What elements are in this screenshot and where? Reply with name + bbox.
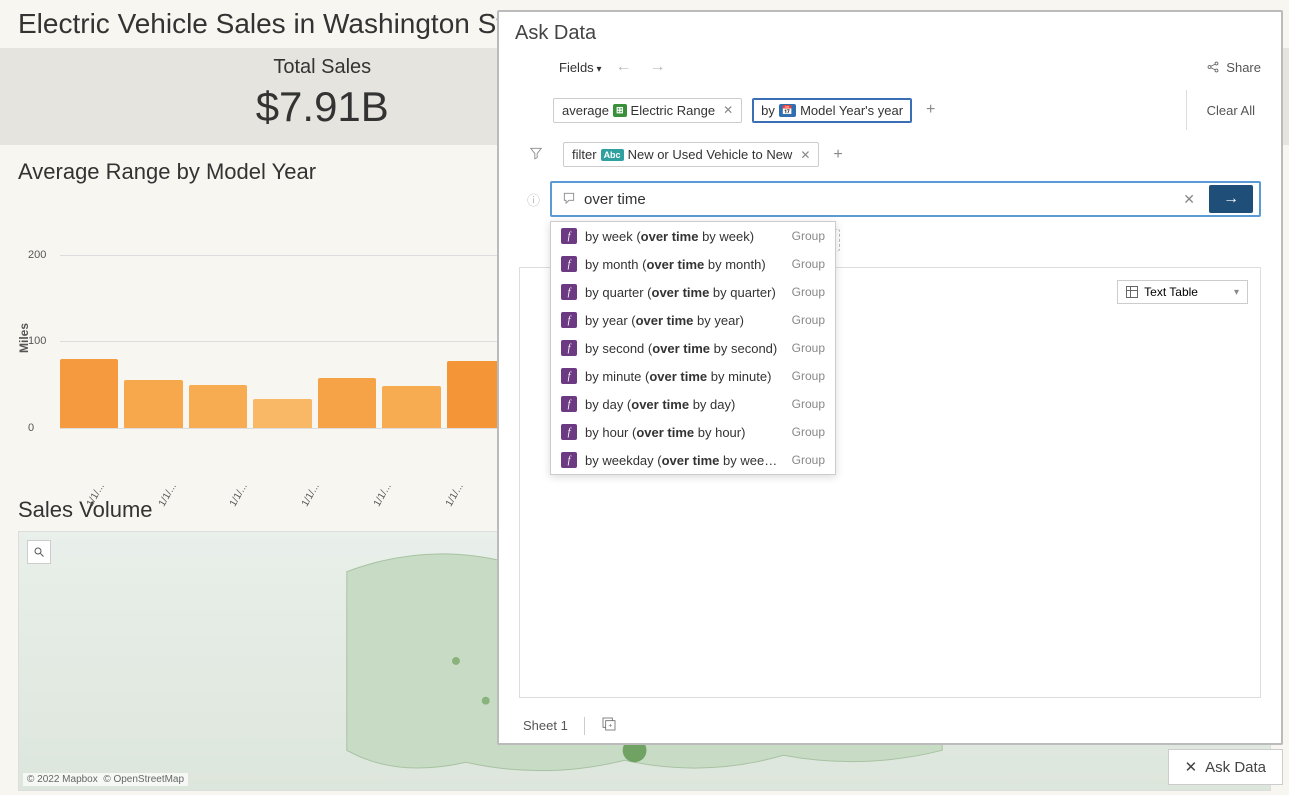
function-icon: f — [561, 452, 577, 468]
ask-toolbar: Fields ← → Share — [499, 52, 1281, 84]
autocomplete-item[interactable]: f by week (over time by week) Group — [551, 222, 835, 250]
autocomplete-label: by day (over time by day) — [585, 397, 784, 412]
function-icon: f — [561, 424, 577, 440]
filters-row: filter Abc New or Used Vehicle to New ✕ … — [499, 136, 1281, 173]
autocomplete-group: Group — [792, 425, 825, 439]
function-icon: f — [561, 396, 577, 412]
function-icon: f — [561, 340, 577, 356]
add-measure-button[interactable]: + — [922, 101, 939, 119]
function-icon: f — [561, 312, 577, 328]
autocomplete-item[interactable]: f by weekday (over time by weekday) Group — [551, 446, 835, 474]
autocomplete-dropdown: f by week (over time by week) Group f by mon… — [550, 221, 836, 475]
autocomplete-item[interactable]: f by hour (over time by hour) Group — [551, 418, 835, 446]
ask-search-input[interactable] — [584, 191, 1169, 208]
autocomplete-group: Group — [792, 369, 825, 383]
search-icon — [33, 546, 45, 558]
autocomplete-item[interactable]: f by day (over time by day) Group — [551, 390, 835, 418]
divider — [584, 717, 585, 735]
sheet-tab[interactable]: Sheet 1 — [523, 718, 568, 733]
field-type-icon: ⊞ — [613, 104, 627, 117]
svg-text:+: + — [608, 722, 612, 729]
autocomplete-label: by weekday (over time by weekday) — [585, 453, 784, 468]
filter-icon — [527, 146, 545, 163]
back-arrow[interactable]: ← — [612, 58, 636, 76]
autocomplete-label: by minute (over time by minute) — [585, 369, 784, 384]
remove-pill-icon[interactable]: ✕ — [723, 103, 733, 117]
forward-arrow[interactable]: → — [646, 58, 670, 76]
ask-data-toggle-button[interactable]: ✕ Ask Data — [1168, 749, 1283, 785]
pill-filter-new-used[interactable]: filter Abc New or Used Vehicle to New ✕ — [563, 142, 819, 167]
bar[interactable] — [382, 386, 440, 428]
autocomplete-group: Group — [792, 229, 825, 243]
clear-search-icon[interactable]: ✕ — [1177, 191, 1201, 208]
autocomplete-label: by month (over time by month) — [585, 257, 784, 272]
function-icon: f — [561, 368, 577, 384]
add-filter-button[interactable]: + — [829, 146, 846, 164]
bar[interactable] — [253, 399, 311, 428]
measures-row: average ⊞ Electric Range ✕ by 📅 Model Ye… — [499, 84, 1281, 136]
autocomplete-label: by year (over time by year) — [585, 313, 784, 328]
map-attribution: © 2022 Mapbox © OpenStreetMap — [23, 773, 188, 786]
sheet-bar: Sheet 1 + — [499, 708, 1281, 743]
autocomplete-label: by second (over time by second) — [585, 341, 784, 356]
function-icon: f — [561, 284, 577, 300]
viz-type-select[interactable]: Text Table — [1117, 280, 1248, 304]
autocomplete-item[interactable]: f by minute (over time by minute) Group — [551, 362, 835, 390]
autocomplete-group: Group — [792, 453, 825, 467]
close-icon: ✕ — [1185, 758, 1198, 776]
remove-pill-icon[interactable]: ✕ — [800, 148, 810, 162]
fields-dropdown[interactable]: Fields — [559, 60, 602, 75]
autocomplete-label: by week (over time by week) — [585, 229, 784, 244]
autocomplete-group: Group — [792, 313, 825, 327]
field-type-icon: 📅 — [779, 104, 796, 117]
search-row: ⓘ ✕ → fby week (over time by week)Groupf… — [499, 173, 1281, 225]
ask-data-title: Ask Data — [499, 12, 1281, 52]
autocomplete-label: by quarter (over time by quarter) — [585, 285, 784, 300]
autocomplete-label: by hour (over time by hour) — [585, 425, 784, 440]
bar[interactable] — [60, 359, 118, 428]
bar[interactable] — [124, 380, 182, 428]
pill-by-model-year[interactable]: by 📅 Model Year's year — [752, 98, 912, 123]
autocomplete-group: Group — [792, 341, 825, 355]
autocomplete-group: Group — [792, 285, 825, 299]
bar[interactable] — [189, 385, 247, 428]
share-icon — [1206, 60, 1220, 74]
autocomplete-item[interactable]: f by year (over time by year) Group — [551, 306, 835, 334]
table-icon — [1126, 286, 1138, 298]
pill-average-electric-range[interactable]: average ⊞ Electric Range ✕ — [553, 98, 742, 123]
autocomplete-group: Group — [792, 257, 825, 271]
map-search-button[interactable] — [27, 540, 51, 564]
autocomplete-item[interactable]: f by month (over time by month) Group — [551, 250, 835, 278]
autocomplete-item[interactable]: f by quarter (over time by quarter) Group — [551, 278, 835, 306]
bar[interactable] — [318, 378, 376, 428]
function-icon: f — [561, 256, 577, 272]
submit-search-button[interactable]: → — [1209, 185, 1253, 213]
comment-icon — [562, 191, 576, 208]
share-button[interactable]: Share — [1206, 60, 1261, 75]
arrow-right-icon: → — [1223, 190, 1239, 208]
search-box: ✕ → fby week (over time by week)Groupfby… — [550, 181, 1261, 217]
field-type-icon: Abc — [601, 149, 624, 161]
ask-data-panel: Ask Data Fields ← → Share average ⊞ Elec… — [497, 10, 1283, 745]
info-icon[interactable]: ⓘ — [527, 190, 540, 209]
autocomplete-group: Group — [792, 397, 825, 411]
autocomplete-item[interactable]: f by second (over time by second) Group — [551, 334, 835, 362]
function-icon: f — [561, 228, 577, 244]
add-sheet-button[interactable]: + — [601, 716, 617, 735]
clear-all-button[interactable]: Clear All — [1186, 90, 1261, 130]
